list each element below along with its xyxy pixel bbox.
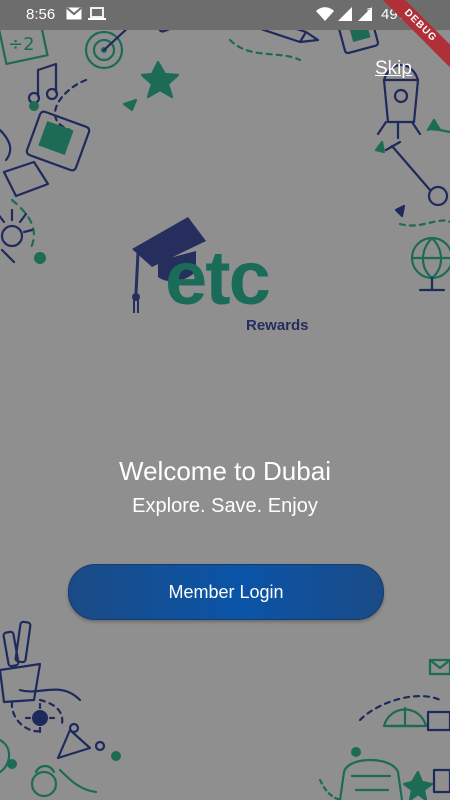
laptop-notification-icon <box>88 7 106 25</box>
logo-wordmark: etc <box>165 236 271 321</box>
gmail-notification-icon <box>66 7 82 24</box>
status-time: 8:56 <box>26 6 56 23</box>
welcome-screen: ÷2 8:56 R 49% DEBUG Skip etc Rewards Wel… <box>0 0 450 800</box>
svg-text:R: R <box>367 7 372 15</box>
welcome-title: Welcome to Dubai <box>119 456 331 486</box>
logo-subtitle: Rewards <box>246 317 309 334</box>
wifi-icon <box>316 7 334 25</box>
skip-button[interactable]: Skip <box>375 58 412 80</box>
svg-text:÷2: ÷2 <box>8 34 35 55</box>
member-login-button[interactable]: Member Login <box>68 564 384 620</box>
status-bar: 8:56 R 49% DEBUG <box>0 0 450 75</box>
cell-signal-2-icon: R <box>358 7 374 25</box>
welcome-tagline: Explore. Save. Enjoy <box>132 495 318 517</box>
doodle-background: ÷2 <box>0 4 450 800</box>
cell-signal-icon <box>338 7 352 25</box>
